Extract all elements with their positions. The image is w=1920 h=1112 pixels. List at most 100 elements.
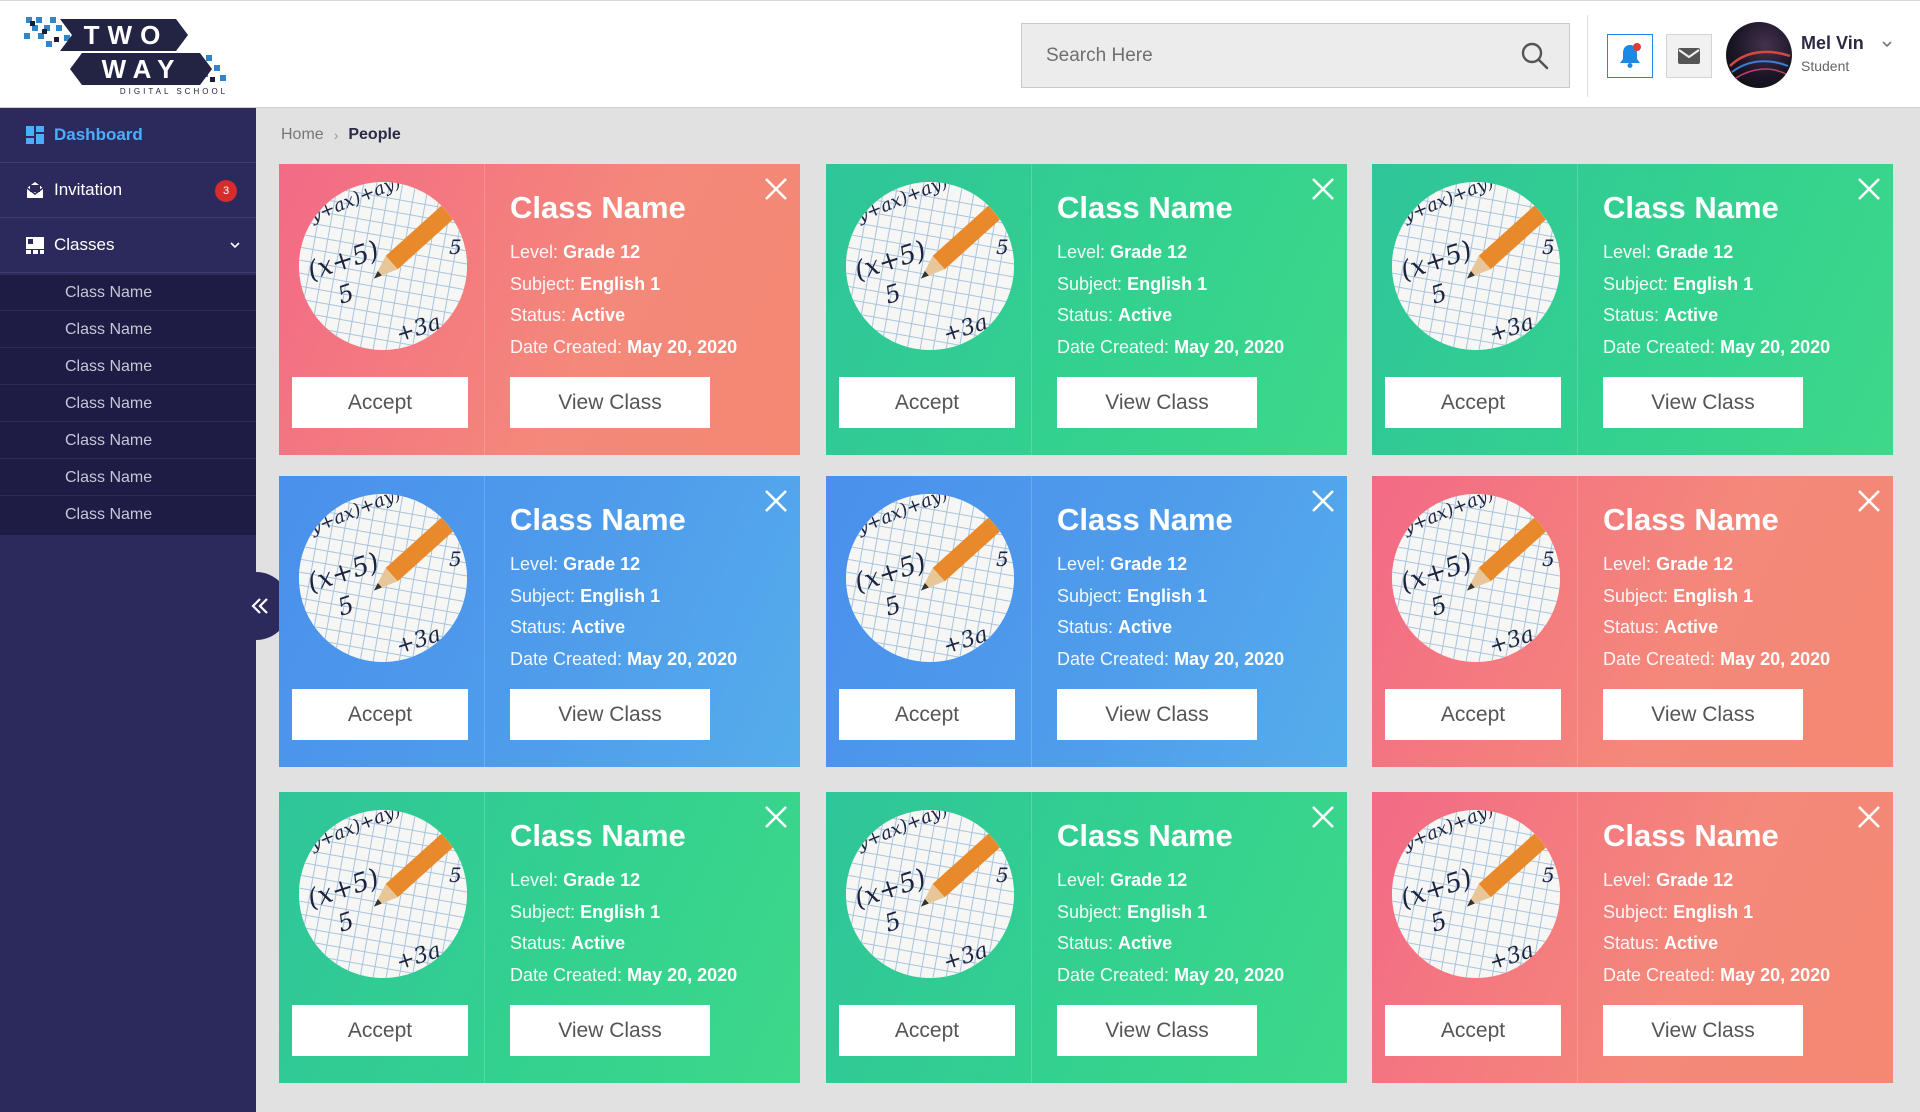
close-icon[interactable] (1856, 176, 1882, 202)
svg-text:5: 5 (1542, 235, 1555, 259)
class-thumbnail-image: y+ax)+ay) (x+5) 5 +3a 5 (846, 494, 1014, 662)
class-title[interactable]: Class Name (510, 502, 686, 538)
search-icon[interactable] (1521, 42, 1549, 70)
view-class-button[interactable]: View Class (510, 689, 710, 740)
class-level: Level: Grade 12 (1057, 870, 1188, 890)
class-title[interactable]: Class Name (510, 818, 686, 854)
submenu-class-item[interactable]: Class Name (0, 423, 256, 459)
svg-text:5: 5 (996, 547, 1009, 571)
top-header: TWO WAY DIGITAL SCHOOL Search Here Mel V… (0, 0, 1920, 108)
close-icon[interactable] (763, 804, 789, 830)
close-icon[interactable] (1310, 804, 1336, 830)
sidebar-item-dashboard[interactable]: Dashboard (0, 108, 256, 163)
class-card: y+ax)+ay) (x+5) 5 +3a 5 Accept View Clas… (279, 164, 800, 455)
close-icon[interactable] (763, 488, 789, 514)
svg-text:5: 5 (449, 863, 462, 887)
close-icon[interactable] (1856, 488, 1882, 514)
accept-button[interactable]: Accept (839, 377, 1015, 428)
view-class-button[interactable]: View Class (1603, 377, 1803, 428)
messages-button[interactable] (1666, 34, 1712, 78)
view-class-button[interactable]: View Class (1057, 689, 1257, 740)
accept-button[interactable]: Accept (1385, 377, 1561, 428)
view-class-button[interactable]: View Class (510, 377, 710, 428)
close-icon[interactable] (1310, 488, 1336, 514)
accept-button[interactable]: Accept (839, 1005, 1015, 1056)
search-box (1021, 23, 1570, 88)
class-title[interactable]: Class Name (1057, 818, 1233, 854)
breadcrumb-home[interactable]: Home (281, 126, 324, 144)
card-divider (484, 792, 485, 1083)
class-date-created: Date Created: May 20, 2020 (1603, 337, 1831, 357)
accept-button[interactable]: Accept (292, 377, 468, 428)
submenu-class-item[interactable]: Class Name (0, 497, 256, 533)
accept-button[interactable]: Accept (1385, 689, 1561, 740)
sidebar-item-label: Invitation (54, 180, 123, 199)
breadcrumb: Home › People (281, 126, 401, 144)
class-title[interactable]: Class Name (1603, 818, 1779, 854)
class-thumbnail-image: y+ax)+ay) (x+5) 5 +3a 5 (299, 494, 467, 662)
two-way-logo[interactable]: TWO WAY DIGITAL SCHOOL (24, 15, 234, 96)
invitation-icon (26, 182, 44, 198)
submenu-class-item[interactable]: Class Name (0, 460, 256, 496)
accept-button[interactable]: Accept (839, 689, 1015, 740)
user-name[interactable]: Mel Vin (1801, 33, 1864, 54)
class-title[interactable]: Class Name (1057, 190, 1233, 226)
view-class-button[interactable]: View Class (510, 1005, 710, 1056)
class-title[interactable]: Class Name (510, 190, 686, 226)
class-thumbnail-image: y+ax)+ay) (x+5) 5 +3a 5 (1392, 810, 1560, 978)
close-icon[interactable] (1856, 804, 1882, 830)
class-card: y+ax)+ay) (x+5) 5 +3a 5 Accept View Clas… (1372, 164, 1893, 455)
close-icon[interactable] (763, 176, 789, 202)
notifications-button[interactable] (1607, 34, 1653, 78)
class-date-created: Date Created: May 20, 2020 (1603, 965, 1831, 985)
dashboard-icon (26, 126, 44, 144)
class-level: Level: Grade 12 (1057, 554, 1188, 574)
class-subject: Subject: English 1 (510, 586, 661, 606)
class-title[interactable]: Class Name (1603, 190, 1779, 226)
card-divider (484, 164, 485, 455)
class-level: Level: Grade 12 (1057, 242, 1188, 262)
submenu-class-item[interactable]: Class Name (0, 386, 256, 422)
class-card: y+ax)+ay) (x+5) 5 +3a 5 Accept View Clas… (279, 792, 800, 1083)
submenu-class-item[interactable]: Class Name (0, 275, 256, 311)
sidebar-item-invitation[interactable]: Invitation 3 (0, 163, 256, 218)
svg-text:5: 5 (996, 235, 1009, 259)
class-thumbnail-image: y+ax)+ay) (x+5) 5 +3a 5 (1392, 182, 1560, 350)
bell-icon (1620, 43, 1641, 68)
class-subject: Subject: English 1 (1057, 274, 1208, 294)
class-thumbnail-image: y+ax)+ay) (x+5) 5 +3a 5 (846, 810, 1014, 978)
accept-button[interactable]: Accept (1385, 1005, 1561, 1056)
view-class-button[interactable]: View Class (1057, 377, 1257, 428)
class-subject: Subject: English 1 (1603, 586, 1754, 606)
svg-text:5: 5 (449, 235, 462, 259)
class-level: Level: Grade 12 (1603, 554, 1734, 574)
class-subject: Subject: English 1 (1603, 274, 1754, 294)
chevron-down-icon[interactable] (1880, 37, 1894, 51)
view-class-button[interactable]: View Class (1603, 689, 1803, 740)
class-thumbnail-image: y+ax)+ay) (x+5) 5 +3a 5 (846, 182, 1014, 350)
view-class-button[interactable]: View Class (1603, 1005, 1803, 1056)
svg-text:5: 5 (1542, 547, 1555, 571)
class-card: y+ax)+ay) (x+5) 5 +3a 5 Accept View Clas… (279, 476, 800, 767)
class-date-created: Date Created: May 20, 2020 (510, 649, 738, 669)
search-input[interactable] (1022, 24, 1502, 87)
user-avatar[interactable] (1726, 22, 1792, 88)
breadcrumb-current: People (348, 126, 401, 143)
class-date-created: Date Created: May 20, 2020 (1057, 649, 1285, 669)
sidebar-item-classes[interactable]: Classes (0, 218, 256, 273)
submenu-class-item[interactable]: Class Name (0, 312, 256, 348)
card-divider (1577, 792, 1578, 1083)
svg-text:5: 5 (449, 547, 462, 571)
class-card: y+ax)+ay) (x+5) 5 +3a 5 Accept View Clas… (1372, 792, 1893, 1083)
accept-button[interactable]: Accept (292, 689, 468, 740)
chevron-down-icon[interactable] (228, 238, 242, 252)
close-icon[interactable] (1310, 176, 1336, 202)
class-card: y+ax)+ay) (x+5) 5 +3a 5 Accept View Clas… (826, 792, 1347, 1083)
class-title[interactable]: Class Name (1057, 502, 1233, 538)
view-class-button[interactable]: View Class (1057, 1005, 1257, 1056)
class-card: y+ax)+ay) (x+5) 5 +3a 5 Accept View Clas… (826, 164, 1347, 455)
submenu-class-item[interactable]: Class Name (0, 349, 256, 385)
class-status: Status: Active (1603, 617, 1719, 637)
accept-button[interactable]: Accept (292, 1005, 468, 1056)
class-title[interactable]: Class Name (1603, 502, 1779, 538)
